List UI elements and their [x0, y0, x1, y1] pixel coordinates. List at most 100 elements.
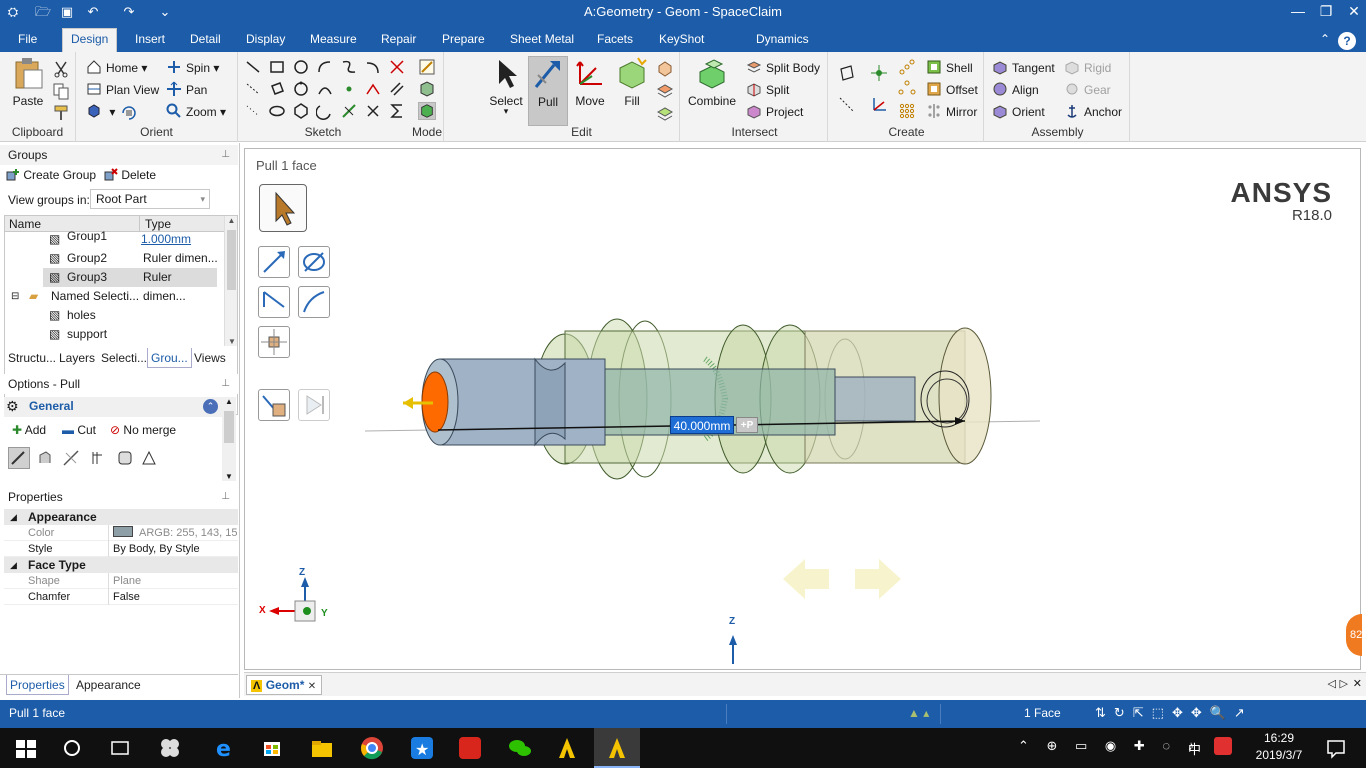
notifications-icon[interactable] [1322, 734, 1350, 762]
dimension-input[interactable]: 40.000mm [670, 416, 734, 434]
tab-appearance[interactable]: Appearance [76, 675, 141, 695]
chamfer-value[interactable]: False [108, 589, 238, 605]
tab-sheet-metal[interactable]: Sheet Metal [502, 30, 582, 52]
line-tool-icon[interactable] [244, 58, 262, 76]
edge-browser-icon[interactable]: e [210, 734, 238, 762]
mirror-button[interactable]: Mirror [926, 102, 977, 122]
3d-viewport[interactable]: Pull 1 face ANSYS R18.0 40.000mm +P Z X … [244, 148, 1362, 670]
gear-button[interactable]: Gear [1064, 80, 1111, 100]
rigid-button[interactable]: Rigid [1064, 58, 1111, 78]
select-button[interactable]: Select ▾ [486, 56, 526, 116]
pin-icon[interactable]: ⊥ [221, 487, 230, 507]
spin-button[interactable]: Spin ▾ [166, 58, 219, 78]
sum-tool-icon[interactable] [388, 102, 406, 120]
pull-option-ruler-icon[interactable] [62, 449, 80, 467]
collapse-ribbon-button[interactable]: ⌃ [1312, 30, 1338, 52]
clock-time[interactable]: 16:29 [1244, 731, 1314, 745]
expand-toggle-icon[interactable]: ⊟ [11, 287, 19, 306]
tree-row-support[interactable]: ▧ support [5, 325, 219, 344]
shell-button[interactable]: Shell [926, 58, 973, 78]
cross-tool-icon[interactable] [364, 102, 382, 120]
pull-option-select-icon[interactable] [8, 447, 30, 469]
scroll-down-icon[interactable]: ▼ [222, 472, 236, 481]
tab-facets[interactable]: Facets [589, 30, 641, 52]
dimension-option-button[interactable]: +P [736, 417, 758, 433]
spline-tool-icon[interactable] [340, 58, 358, 76]
options-general-section[interactable]: ⚙ General ⌃ [4, 397, 222, 417]
blend-icon[interactable] [656, 60, 674, 78]
tab-measure[interactable]: Measure [302, 30, 365, 52]
scrollbar-thumb[interactable] [227, 230, 236, 290]
tab-dynamics[interactable]: Dynamics [748, 30, 817, 52]
tab-scroll-right-icon[interactable]: ▷ [1340, 677, 1348, 690]
tree-row-group3[interactable]: ▧ Group3 Ruler dimen... [43, 268, 217, 303]
ellipse-tool-icon[interactable] [268, 102, 286, 120]
no-merge-option[interactable]: ⊘ No merge [110, 423, 176, 437]
3d-mode-icon[interactable] [418, 102, 436, 120]
project-button[interactable]: Project [746, 102, 803, 122]
input-method-icon[interactable] [1214, 737, 1232, 755]
tab-groups[interactable]: Grou... [147, 348, 192, 368]
construction-line-icon[interactable] [244, 80, 262, 98]
spaceclaim-taskbar-icon[interactable] [553, 734, 581, 762]
three-point-rectangle-icon[interactable] [268, 80, 286, 98]
tangent-button[interactable]: Tangent [992, 58, 1055, 78]
doc-tab-geom[interactable]: Λ Geom* ✕ [246, 675, 322, 695]
format-painter-icon[interactable] [52, 104, 70, 122]
file-explorer-icon[interactable] [308, 734, 336, 762]
zoom-button[interactable]: Zoom ▾ [166, 102, 226, 122]
anchor-button[interactable]: Anchor [1064, 102, 1122, 122]
tab-layers[interactable]: Layers [59, 348, 95, 368]
create-group-button[interactable]: Create Group [6, 168, 96, 182]
move-left-ghost-arrow[interactable] [783, 559, 829, 599]
group1-type[interactable]: 1.000mm [141, 230, 191, 249]
selection-filter-icon[interactable]: ▲ ▴ [908, 706, 929, 720]
tab-insert[interactable]: Insert [127, 30, 173, 52]
tab-prepare[interactable]: Prepare [434, 30, 493, 52]
tab-scroll-left-icon[interactable]: ◁ [1328, 677, 1336, 690]
tangent-arc-tool-icon[interactable] [364, 58, 382, 76]
tab-file[interactable]: File [10, 30, 45, 52]
split-button[interactable]: Split [746, 80, 789, 100]
collapse-section-icon[interactable]: ⌃ [203, 399, 218, 414]
app-icon-5s[interactable] [156, 734, 184, 762]
chrome-icon[interactable] [358, 734, 386, 762]
tab-keyshot[interactable]: KeyShot [651, 30, 712, 52]
pull-option-revolve-icon[interactable] [90, 449, 108, 467]
groups-table-scrollbar[interactable]: ▲ ▼ [224, 216, 237, 346]
pull-option-draft-icon[interactable] [140, 449, 158, 467]
color-value-cell[interactable]: ARGB: 255, 143, 159 [108, 525, 238, 541]
bend-tool-icon[interactable] [364, 80, 382, 98]
combine-button[interactable]: Combine [688, 56, 736, 108]
tree-row-group1[interactable]: ▧ Group1 1.000mm [5, 229, 219, 249]
pull-option-sweep-icon[interactable] [116, 449, 134, 467]
coordinate-system-icon[interactable] [870, 96, 888, 114]
circular-pattern-icon[interactable] [898, 80, 916, 98]
add-option[interactable]: ✚ Add [12, 423, 46, 437]
arc-tool-icon[interactable] [316, 58, 334, 76]
scroll-down-icon[interactable]: ▼ [225, 337, 237, 346]
property-color[interactable]: Color ARGB: 255, 143, 159 [4, 525, 238, 541]
close-button[interactable]: ✕ [1338, 0, 1366, 24]
paste-button[interactable]: Paste [8, 56, 48, 108]
tab-detail[interactable]: Detail [182, 30, 229, 52]
point-tool-icon[interactable] [340, 80, 358, 98]
pull-option-both-sides-icon[interactable] [36, 449, 54, 467]
windows-start-icon[interactable] [12, 734, 40, 762]
help-button[interactable]: ? [1338, 32, 1356, 50]
clock-date[interactable]: 2019/3/7 [1244, 748, 1314, 762]
sketch-mode-icon[interactable] [418, 58, 436, 76]
sweep-arc-icon[interactable] [316, 80, 334, 98]
status-tools[interactable]: ⇅↻⇱⬚✥✥🔍↗ [1095, 705, 1253, 721]
view-cube-button[interactable]: ▾ [86, 102, 115, 122]
app-icon-red[interactable] [456, 734, 484, 762]
close-all-tabs-icon[interactable]: ✕ [1353, 677, 1362, 690]
home-button[interactable]: Home ▾ [86, 58, 147, 78]
plane-icon[interactable] [838, 64, 856, 82]
axis-icon[interactable] [838, 96, 856, 114]
tab-views[interactable]: Views [194, 348, 226, 368]
grid-pattern-icon[interactable] [898, 102, 916, 120]
layers-edit-icon[interactable] [656, 82, 674, 100]
polygon-tool-icon[interactable] [292, 102, 310, 120]
trim-tool-icon[interactable] [388, 58, 406, 76]
